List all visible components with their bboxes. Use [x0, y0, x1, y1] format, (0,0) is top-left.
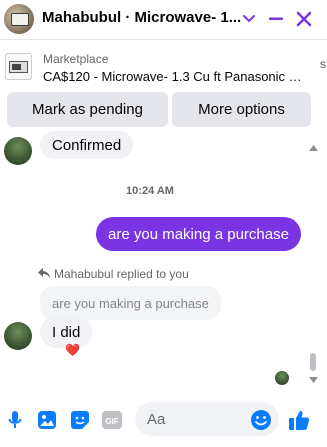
seen-receipt-avatar	[275, 371, 289, 385]
contact-avatar[interactable]	[4, 4, 34, 34]
emoji-icon[interactable]	[249, 408, 273, 432]
edge-glyph: s	[320, 57, 326, 71]
mark-as-pending-button[interactable]: Mark as pending	[7, 92, 168, 127]
scroll-down-arrow-icon[interactable]	[307, 375, 319, 385]
message-scrollbar[interactable]	[307, 135, 319, 385]
chevron-down-icon[interactable]	[238, 8, 260, 30]
sticker-icon[interactable]	[68, 408, 92, 432]
more-options-button[interactable]: More options	[172, 92, 311, 127]
svg-text:GIF: GIF	[105, 417, 118, 426]
conversation-title[interactable]: Mahabubul · Microwave- 1...	[42, 9, 242, 26]
message-list: Confirmed 10:24 AM are you making a purc…	[0, 131, 327, 391]
minimize-icon[interactable]	[265, 8, 287, 30]
heart-reaction-icon[interactable]: ❤️	[65, 343, 80, 357]
marketplace-listing[interactable]: Marketplace CA$120 - Microwave- 1.3 Cu f…	[0, 41, 327, 91]
message-composer: GIF	[0, 397, 327, 447]
listing-thumbnail	[5, 53, 32, 80]
reply-indicator-text: Mahabubul replied to you	[54, 267, 189, 281]
sender-avatar[interactable]	[4, 137, 32, 165]
reply-indicator: Mahabubul replied to you	[38, 267, 189, 281]
chat-header: Mahabubul · Microwave- 1...	[0, 0, 327, 40]
outgoing-message: are you making a purchase	[96, 217, 301, 251]
scroll-up-arrow-icon[interactable]	[307, 143, 319, 153]
message-timestamp: 10:24 AM	[126, 185, 174, 197]
close-icon[interactable]	[293, 8, 315, 30]
listing-title[interactable]: CA$120 - Microwave- 1.3 Cu ft Panasonic …	[43, 69, 305, 84]
gif-icon[interactable]: GIF	[100, 408, 124, 432]
scroll-thumb[interactable]	[310, 353, 316, 371]
like-icon[interactable]	[287, 408, 311, 432]
message-confirmed: Confirmed	[40, 131, 134, 159]
image-icon[interactable]	[35, 408, 59, 432]
listing-kicker: Marketplace	[43, 52, 109, 66]
sender-avatar[interactable]	[4, 322, 32, 350]
microphone-icon[interactable]	[3, 408, 27, 432]
reply-arrow-icon	[38, 267, 50, 281]
quoted-message[interactable]: are you making a purchase	[40, 286, 221, 320]
